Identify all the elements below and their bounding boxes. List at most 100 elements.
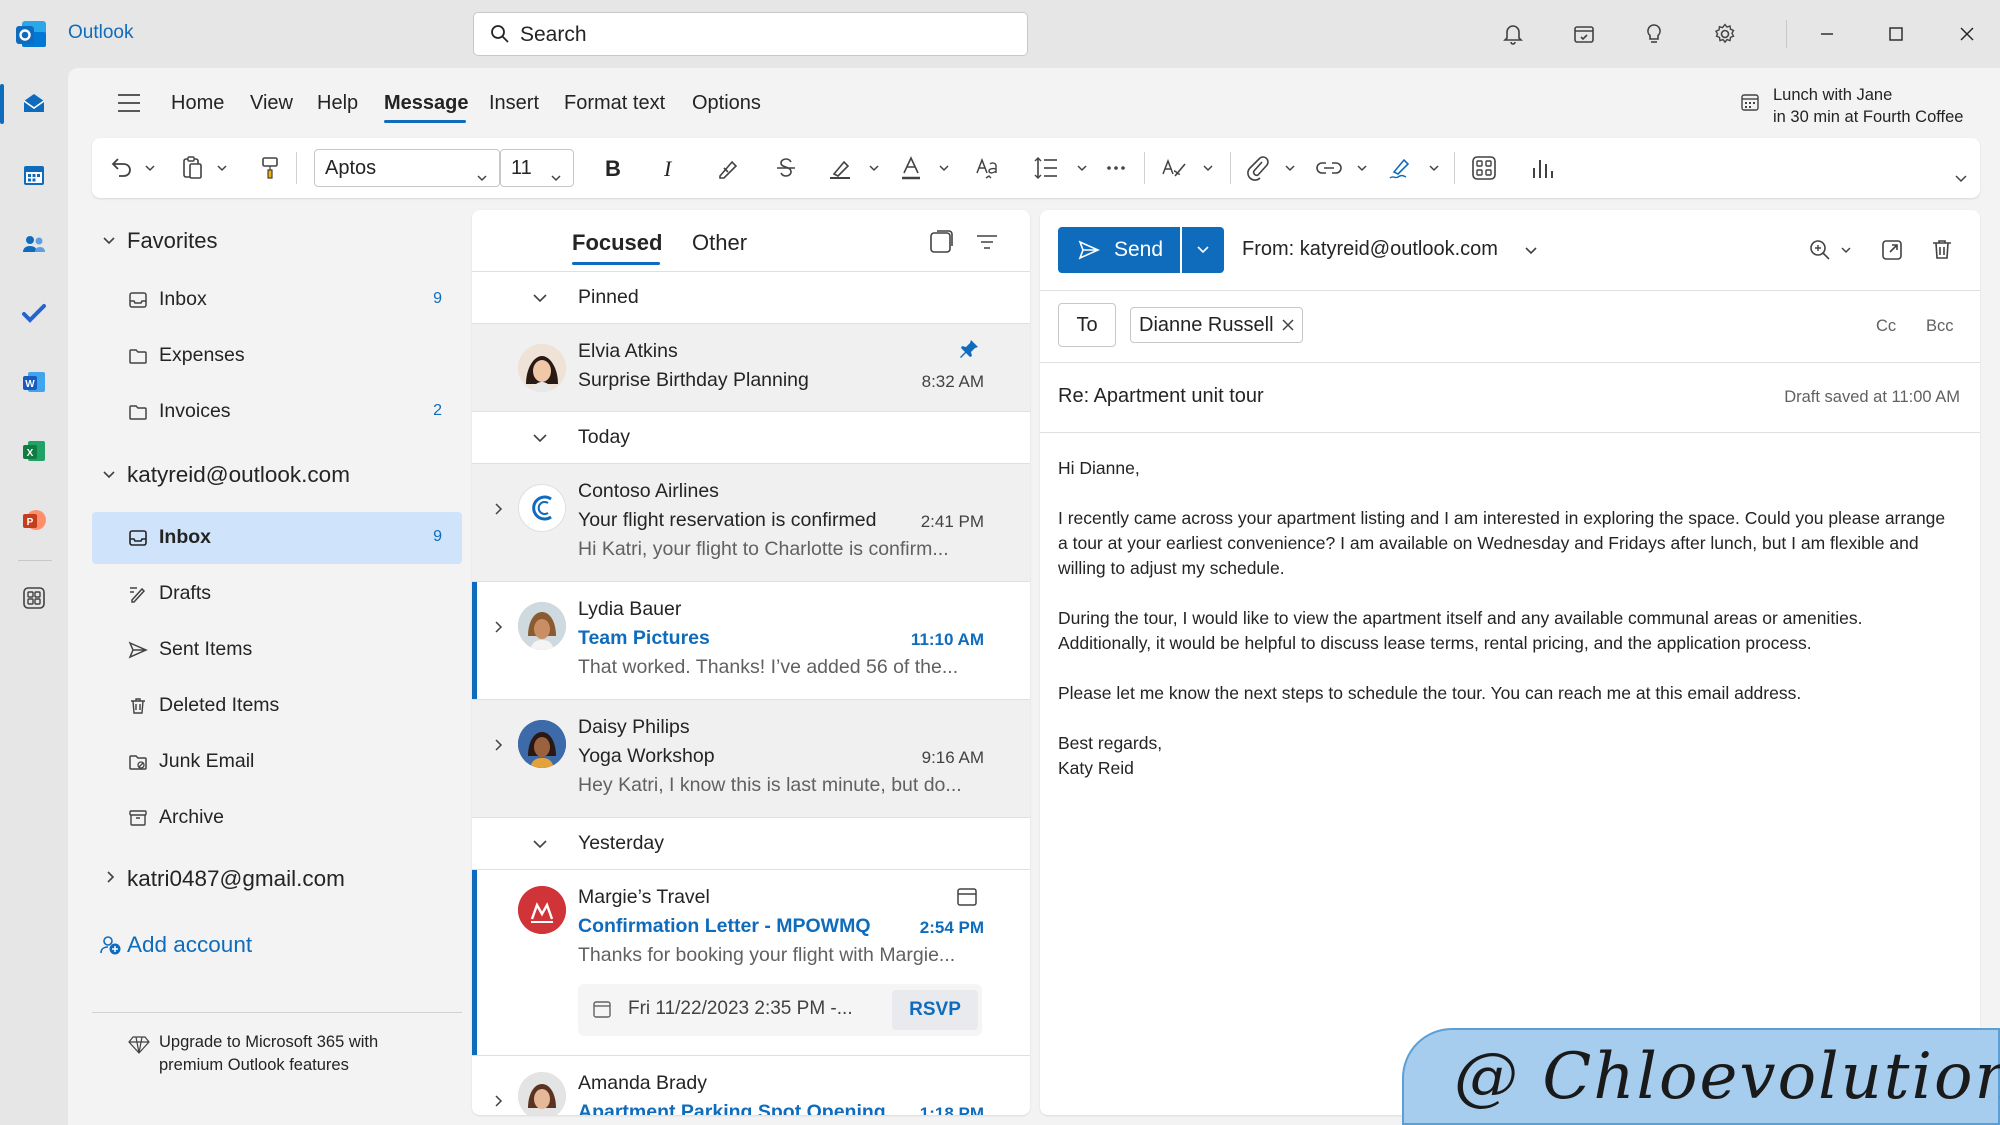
select-checkbox-icon[interactable] <box>928 230 954 256</box>
tab-format-text[interactable]: Format text <box>564 92 665 115</box>
list-item[interactable]: Elvia Atkins Surprise Birthday Planning … <box>472 324 1030 412</box>
reminder[interactable]: Lunch with Jane in 30 min at Fourth Coff… <box>1773 84 1963 128</box>
undo-chevron-down-icon[interactable] <box>144 152 156 184</box>
editor-icon[interactable] <box>1160 152 1190 184</box>
tab-view[interactable]: View <box>250 92 293 115</box>
favorites-chevron-down-icon[interactable] <box>102 234 116 248</box>
apps-icon[interactable] <box>1470 152 1498 184</box>
signature-icon[interactable] <box>1386 152 1414 184</box>
people-icon[interactable] <box>14 224 54 264</box>
message-body[interactable]: Hi Dianne, I recently came across your a… <box>1058 456 1958 781</box>
folder-archive[interactable]: Archive <box>92 792 462 844</box>
link-chevron-down-icon[interactable] <box>1356 152 1368 184</box>
subject-field[interactable]: Re: Apartment unit tour <box>1058 385 1264 408</box>
calendar-icon[interactable] <box>14 155 54 195</box>
font-color-icon[interactable] <box>898 152 924 184</box>
word-icon[interactable]: W <box>14 362 54 402</box>
zoom-in-icon[interactable] <box>1808 238 1832 262</box>
from-address[interactable]: From: katyreid@outlook.com <box>1242 238 1498 261</box>
maximize-icon[interactable] <box>1879 18 1913 50</box>
excel-icon[interactable]: X <box>14 431 54 471</box>
folder-favorite-inbox[interactable]: Inbox 9 <box>92 274 462 326</box>
editor-chevron-down-icon[interactable] <box>1202 152 1214 184</box>
attach-file-icon[interactable] <box>1244 152 1272 184</box>
list-item[interactable]: Daisy Philips Yoga Workshop 9:16 AM Hey … <box>472 700 1030 818</box>
hamburger-menu-icon[interactable] <box>116 92 142 114</box>
mail-icon[interactable] <box>14 84 54 124</box>
font-color-chevron-down-icon[interactable] <box>938 152 950 184</box>
group-yesterday[interactable]: Yesterday <box>472 818 1030 870</box>
powerpoint-icon[interactable]: P <box>14 500 54 540</box>
more-apps-icon[interactable] <box>14 578 54 618</box>
folder-expenses[interactable]: Expenses <box>92 330 462 382</box>
folder-drafts[interactable]: Drafts <box>92 568 462 620</box>
pin-icon[interactable] <box>958 338 980 360</box>
group-pinned[interactable]: Pinned <box>472 272 1030 324</box>
zoom-chevron-down-icon[interactable] <box>1840 244 1852 256</box>
clear-formatting-icon[interactable] <box>714 152 742 184</box>
expand-chevron-right-icon[interactable] <box>492 620 506 634</box>
close-icon[interactable] <box>1950 18 1984 50</box>
font-size-select[interactable]: 11 <box>500 149 574 187</box>
rsvp-button[interactable]: RSVP <box>892 990 978 1030</box>
line-spacing-chevron-down-icon[interactable] <box>1076 152 1088 184</box>
folder-sent-items[interactable]: Sent Items <box>92 624 462 676</box>
todo-icon[interactable] <box>14 293 54 333</box>
from-chevron-down-icon[interactable] <box>1524 244 1538 258</box>
account2-chevron-right-icon[interactable] <box>104 870 118 884</box>
ribbon-expand-chevron-down-icon[interactable] <box>1954 162 1968 194</box>
tab-insert[interactable]: Insert <box>489 92 539 115</box>
format-painter-icon[interactable] <box>258 152 282 184</box>
paste-chevron-down-icon[interactable] <box>216 152 228 184</box>
discard-trash-icon[interactable] <box>1930 237 1954 261</box>
my-day-icon[interactable] <box>1568 18 1600 50</box>
settings-gear-icon[interactable] <box>1709 18 1741 50</box>
highlight-icon[interactable] <box>826 152 854 184</box>
tab-options[interactable]: Options <box>692 92 761 115</box>
list-item[interactable]: Amanda Brady Apartment Parking Spot Open… <box>472 1056 1030 1115</box>
bell-icon[interactable] <box>1497 18 1529 50</box>
folder-junk-email[interactable]: Junk Email <box>92 736 462 788</box>
lightbulb-icon[interactable] <box>1638 18 1670 50</box>
event-card[interactable]: Fri 11/22/2023 2:35 PM -... RSVP <box>578 984 982 1036</box>
favorites-header[interactable]: Favorites <box>127 228 217 254</box>
cc-button[interactable]: Cc <box>1876 317 1896 336</box>
tab-help[interactable]: Help <box>317 92 358 115</box>
italic-icon[interactable]: I <box>658 152 682 184</box>
list-item[interactable]: Margie’s Travel Confirmation Letter - MP… <box>472 870 1030 1056</box>
filter-icon[interactable] <box>975 230 999 254</box>
add-account-link[interactable]: Add account <box>127 932 252 958</box>
paste-icon[interactable] <box>180 152 206 184</box>
insights-chart-icon[interactable] <box>1528 152 1556 184</box>
account1-chevron-down-icon[interactable] <box>102 468 116 482</box>
bold-icon[interactable]: B <box>600 152 624 184</box>
styles-icon[interactable] <box>974 152 1002 184</box>
highlight-chevron-down-icon[interactable] <box>868 152 880 184</box>
font-family-select[interactable]: Aptos <box>314 149 500 187</box>
list-item[interactable]: Lydia Bauer Team Pictures 11:10 AM That … <box>472 582 1030 700</box>
send-options-chevron-down-icon[interactable] <box>1182 227 1224 273</box>
signature-chevron-down-icon[interactable] <box>1428 152 1440 184</box>
remove-recipient-close-icon[interactable] <box>1281 319 1294 331</box>
tab-home[interactable]: Home <box>171 92 224 115</box>
strikethrough-icon[interactable] <box>772 152 800 184</box>
group-today[interactable]: Today <box>472 412 1030 464</box>
send-button[interactable]: Send <box>1058 227 1180 273</box>
list-item[interactable]: Contoso Airlines Your flight reservation… <box>472 464 1030 582</box>
expand-chevron-right-icon[interactable] <box>492 1094 506 1108</box>
tab-focused[interactable]: Focused <box>572 230 662 256</box>
folder-deleted-items[interactable]: Deleted Items <box>92 680 462 732</box>
expand-chevron-right-icon[interactable] <box>492 502 506 516</box>
expand-chevron-right-icon[interactable] <box>492 738 506 752</box>
link-icon[interactable] <box>1314 152 1344 184</box>
upgrade-banner[interactable]: Upgrade to Microsoft 365 with premium Ou… <box>92 1012 462 1074</box>
more-options-icon[interactable] <box>1104 152 1128 184</box>
bcc-button[interactable]: Bcc <box>1926 317 1954 336</box>
tab-other[interactable]: Other <box>692 230 747 256</box>
folder-invoices[interactable]: Invoices 2 <box>92 386 462 438</box>
folder-inbox[interactable]: Inbox 9 <box>92 512 462 564</box>
undo-icon[interactable] <box>106 152 134 184</box>
pop-out-icon[interactable] <box>1880 238 1904 262</box>
attach-chevron-down-icon[interactable] <box>1284 152 1296 184</box>
account-katyreid[interactable]: katyreid@outlook.com <box>127 462 350 488</box>
